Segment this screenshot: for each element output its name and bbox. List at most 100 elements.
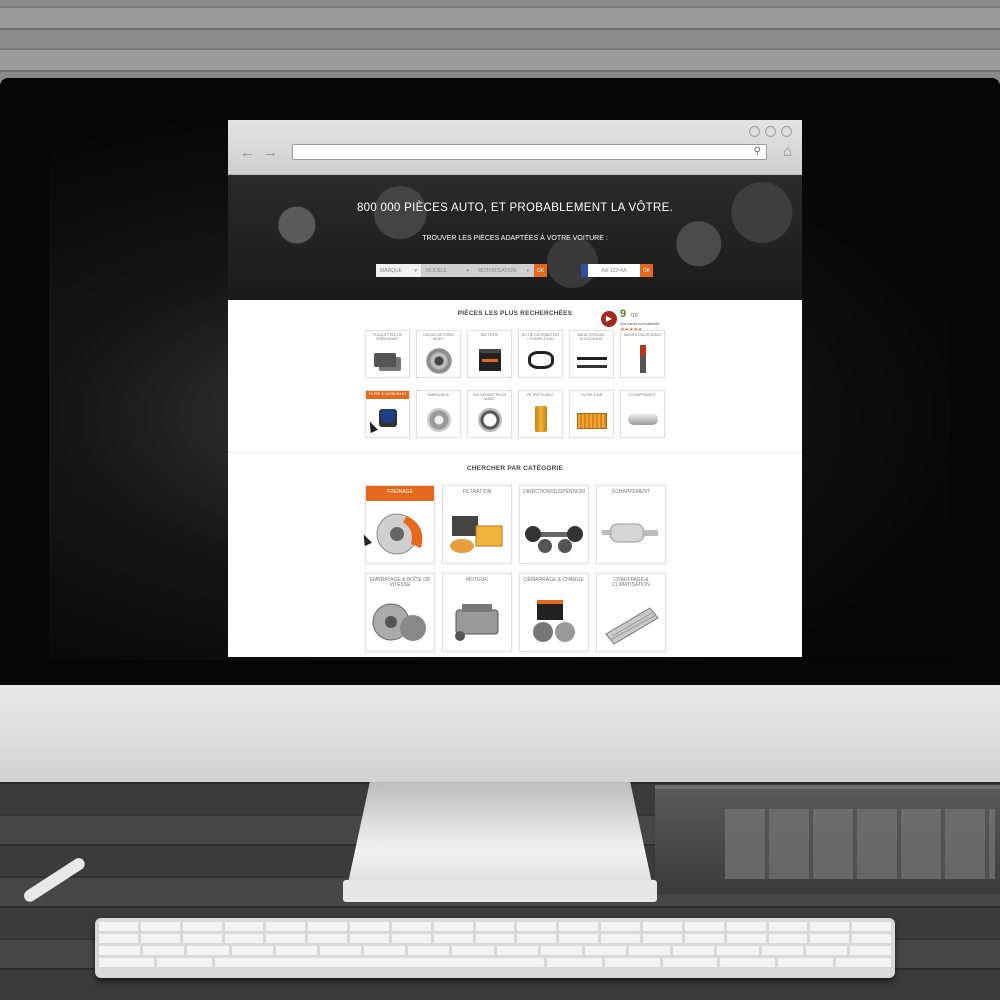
- brake-disc-icon: [425, 348, 452, 374]
- popular-part-tile[interactable]: KIT DE DISTRIBUTION + POMPE À EAU: [518, 330, 563, 378]
- radiator-icon: [605, 607, 659, 645]
- home-icon[interactable]: ⌂: [783, 143, 792, 160]
- popular-part-tile[interactable]: EMBRAYAGE: [416, 390, 461, 438]
- popular-part-tile[interactable]: BALAI D'ESSUIE-GLACE AVANT: [569, 330, 614, 378]
- hero-banner: 800 000 PIÈCES AUTO, ET PROBABLEMENT LA …: [228, 175, 802, 300]
- popular-part-tile[interactable]: BATTERIE: [467, 330, 512, 378]
- category-tile[interactable]: FILTRATION: [442, 485, 512, 564]
- section-divider: [228, 452, 802, 453]
- rating-score: 9: [620, 308, 627, 320]
- browser-window: ← → ⚲ ⌂ 800 000 PIÈCES AUTO, ET PROBABLE…: [228, 120, 802, 657]
- part-label: DISQUE DE FREIN AVANT: [423, 333, 454, 341]
- part-label: BATTERIE: [481, 333, 498, 337]
- model-select-label: MODÈLE: [426, 267, 448, 274]
- brake-icon: [376, 513, 423, 555]
- engine-select[interactable]: MOTORISATION ▾: [474, 264, 534, 277]
- popular-part-tile[interactable]: ROULEMENT ROUE AVANT: [467, 390, 512, 438]
- category-label: FILTRATION: [462, 489, 492, 495]
- gearbox-icon: [372, 603, 426, 641]
- part-label: EMBRAYAGE: [427, 393, 450, 397]
- categories-grid: FREINAGE FILTRATION DIRECTION/SUSPENSION: [360, 485, 666, 652]
- plate-ok-button[interactable]: OK: [640, 264, 653, 277]
- monitor-chin: [0, 685, 1000, 782]
- window-controls: [749, 126, 792, 137]
- category-tile[interactable]: ÉCHAPPEMENT: [596, 485, 666, 564]
- shock-absorber-icon: [639, 345, 646, 373]
- close-button[interactable]: [781, 126, 792, 137]
- eu-flag-icon: [581, 264, 588, 277]
- popular-part-tile[interactable]: ÉCHAPPEMENT: [620, 390, 665, 438]
- filtration-icon: [450, 516, 503, 553]
- back-arrow-icon[interactable]: ←: [240, 144, 255, 161]
- air-filter-icon: [576, 413, 607, 429]
- popular-parts-grid: PLAQUETTES DE FREIN AVANT DISQUE DE FREI…: [365, 330, 665, 438]
- brake-pads-icon: [373, 353, 396, 367]
- model-select[interactable]: MODÈLE ▾: [422, 264, 474, 277]
- category-label: MOTEUR: [466, 577, 488, 583]
- browser-toolbar: ← → ⚲ ⌂: [228, 120, 802, 175]
- category-label: DIRECTION/SUSPENSION: [523, 489, 585, 495]
- fuel-filter-icon: [378, 409, 397, 427]
- category-tile[interactable]: EMBRAYAGE & BOÎTE DE VITESSE: [365, 573, 435, 652]
- popular-parts-title: PIÈCES LES PLUS RECHERCHÉES: [457, 310, 573, 317]
- brand-select[interactable]: MARQUE ▾: [376, 264, 422, 277]
- keyboard: [95, 918, 895, 978]
- maximize-button[interactable]: [765, 126, 776, 137]
- starter-icon: [533, 600, 575, 642]
- category-tile[interactable]: DIRECTION/SUSPENSION: [519, 485, 589, 564]
- popular-part-tile[interactable]: AMORTISSEUR AVANT: [620, 330, 665, 378]
- license-plate-input[interactable]: AA-123-AA: [588, 264, 640, 277]
- popular-part-tile[interactable]: FILTRE À HUILE: [518, 390, 563, 438]
- popular-part-tile[interactable]: DISQUE DE FREIN AVANT: [416, 330, 461, 378]
- category-tile[interactable]: CHAUFFAGE & CLIMATISATION: [596, 573, 666, 652]
- battery-icon: [478, 349, 501, 371]
- category-label: EMBRAYAGE & BOÎTE DE VITESSE: [369, 577, 431, 588]
- part-label: BALAI D'ESSUIE-GLACE AVANT: [577, 333, 606, 341]
- part-label: KIT DE DISTRIBUTION + POMPE À EAU: [522, 333, 559, 341]
- brand-select-label: MARQUE: [380, 267, 402, 274]
- category-label: CHAUFFAGE & CLIMATISATION: [612, 577, 650, 588]
- play-logo-icon: ▶: [601, 310, 617, 327]
- category-label: ÉCHAPPEMENT: [611, 489, 651, 495]
- wooden-wall: [0, 0, 1000, 90]
- chevron-down-icon: ▾: [526, 267, 529, 274]
- clutch-icon: [426, 408, 451, 432]
- stacked-books: [655, 785, 1000, 894]
- popular-part-tile-selected[interactable]: FILTRE À CARBURANT: [365, 390, 410, 438]
- hero-title: 800 000 PIÈCES AUTO, ET PROBABLEMENT LA …: [356, 202, 674, 214]
- wheel-bearing-icon: [477, 408, 502, 432]
- customer-rating-widget: ▶ 9 /10 Nos clients sont satisfaits ★★★★…: [601, 304, 659, 333]
- popular-part-tile[interactable]: PLAQUETTES DE FREIN AVANT: [365, 330, 410, 378]
- part-label: ROULEMENT ROUE AVANT: [473, 393, 506, 401]
- part-label: PLAQUETTES DE FREIN AVANT: [373, 333, 402, 341]
- categories-title: CHERCHER PAR CATÉGORIE: [466, 465, 564, 472]
- forward-arrow-icon[interactable]: →: [263, 144, 278, 161]
- navigation-buttons: ← →: [240, 144, 278, 161]
- part-label: FILTRE À HUILE: [527, 393, 554, 397]
- engine-select-label: MOTORISATION: [478, 267, 517, 274]
- popular-part-tile[interactable]: FILTRE À AIR: [569, 390, 614, 438]
- part-label: AMORTISSEUR AVANT: [623, 333, 662, 337]
- category-tile-selected[interactable]: FREINAGE: [360, 485, 435, 564]
- part-label: FILTRE À CARBURANT: [366, 391, 409, 399]
- part-label: ÉCHAPPEMENT: [629, 393, 656, 397]
- rating-scale: /10: [630, 313, 638, 319]
- timing-belt-icon: [527, 351, 554, 369]
- mouse-cursor-icon: [366, 419, 378, 434]
- oil-filter-icon: [534, 406, 547, 432]
- minimize-button[interactable]: [749, 126, 760, 137]
- monitor-stand-base: [343, 880, 657, 902]
- address-bar[interactable]: ⚲: [292, 144, 767, 160]
- exhaust-icon: [627, 413, 658, 425]
- vehicle-selector: MARQUE ▾ MODÈLE ▾ MOTORISATION ▾ OK: [376, 264, 547, 277]
- suspension-icon: [525, 526, 583, 553]
- chevron-down-icon: ▾: [466, 267, 469, 274]
- exhaust-icon: [602, 523, 658, 543]
- category-tile[interactable]: DÉMARRAGE & CHARGE: [519, 573, 589, 652]
- search-icon[interactable]: ⚲: [754, 146, 761, 157]
- engine-icon: [455, 604, 499, 641]
- license-plate-search: AA-123-AA OK: [581, 264, 653, 277]
- wiper-icon: [576, 357, 607, 360]
- vehicle-ok-button[interactable]: OK: [534, 264, 547, 277]
- category-tile[interactable]: MOTEUR: [442, 573, 512, 652]
